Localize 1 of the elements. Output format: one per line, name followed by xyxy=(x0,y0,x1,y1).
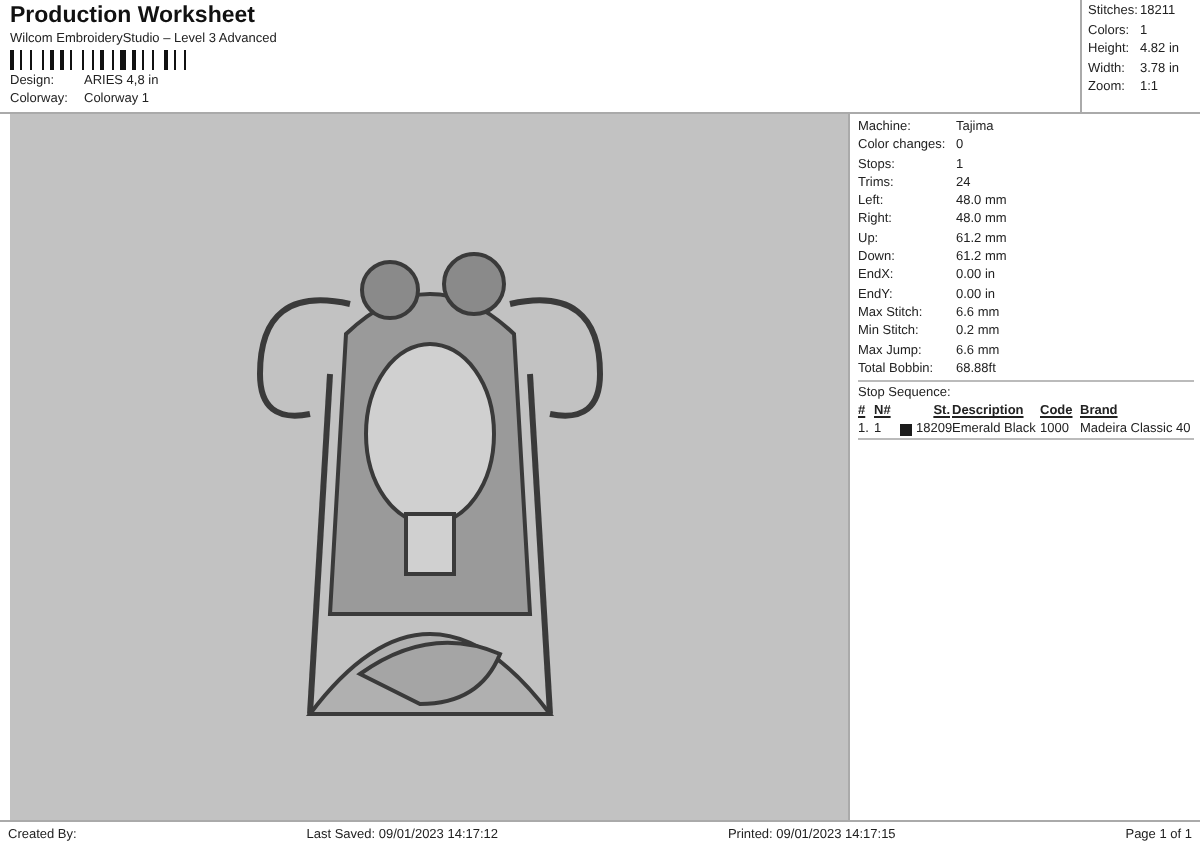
worksheet-title: Production Worksheet xyxy=(10,4,257,30)
